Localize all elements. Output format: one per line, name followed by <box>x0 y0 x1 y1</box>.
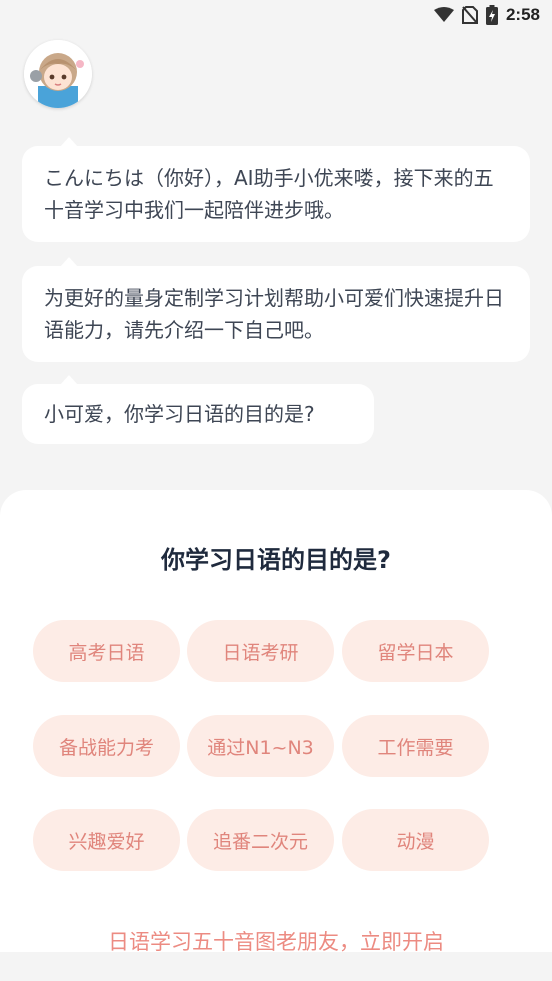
wifi-icon <box>433 7 454 23</box>
chat-message-intro: 为更好的量身定制学习计划帮助小可爱们快速提升日语能力，请先介绍一下自己吧。 <box>22 257 530 362</box>
bottom-strip <box>0 952 552 981</box>
assistant-avatar <box>24 40 92 108</box>
no-sim-icon <box>461 6 478 24</box>
option-button[interactable]: 备战能力考 <box>33 715 180 777</box>
option-button[interactable]: 留学日本 <box>342 620 489 682</box>
status-time: 2:58 <box>505 5 540 24</box>
chat-message-question: 小可爱，你学习日语的目的是? <box>22 375 374 444</box>
status-bar: 2:58 <box>0 0 552 30</box>
girl-avatar-icon <box>24 40 92 108</box>
option-button[interactable]: 工作需要 <box>342 715 489 777</box>
option-button[interactable]: 日语考研 <box>187 620 334 682</box>
chat-message-greeting: こんにちは（你好），AI助手小优来喽，接下来的五十音学习中我们一起陪伴进步哦。 <box>22 137 530 242</box>
battery-charging-icon <box>485 5 498 25</box>
option-button[interactable]: 高考日语 <box>33 620 180 682</box>
sheet-title: 你学习日语的目的是? <box>161 546 391 574</box>
option-button[interactable]: 动漫 <box>342 809 489 871</box>
option-button[interactable]: 通过N1~N3 <box>187 715 334 777</box>
purpose-selection-sheet: 你学习日语的目的是? 高考日语 日语考研 留学日本 备战能力考 通过N1~N3 … <box>0 490 552 981</box>
option-button[interactable]: 追番二次元 <box>187 809 334 871</box>
option-button[interactable]: 兴趣爱好 <box>33 809 180 871</box>
